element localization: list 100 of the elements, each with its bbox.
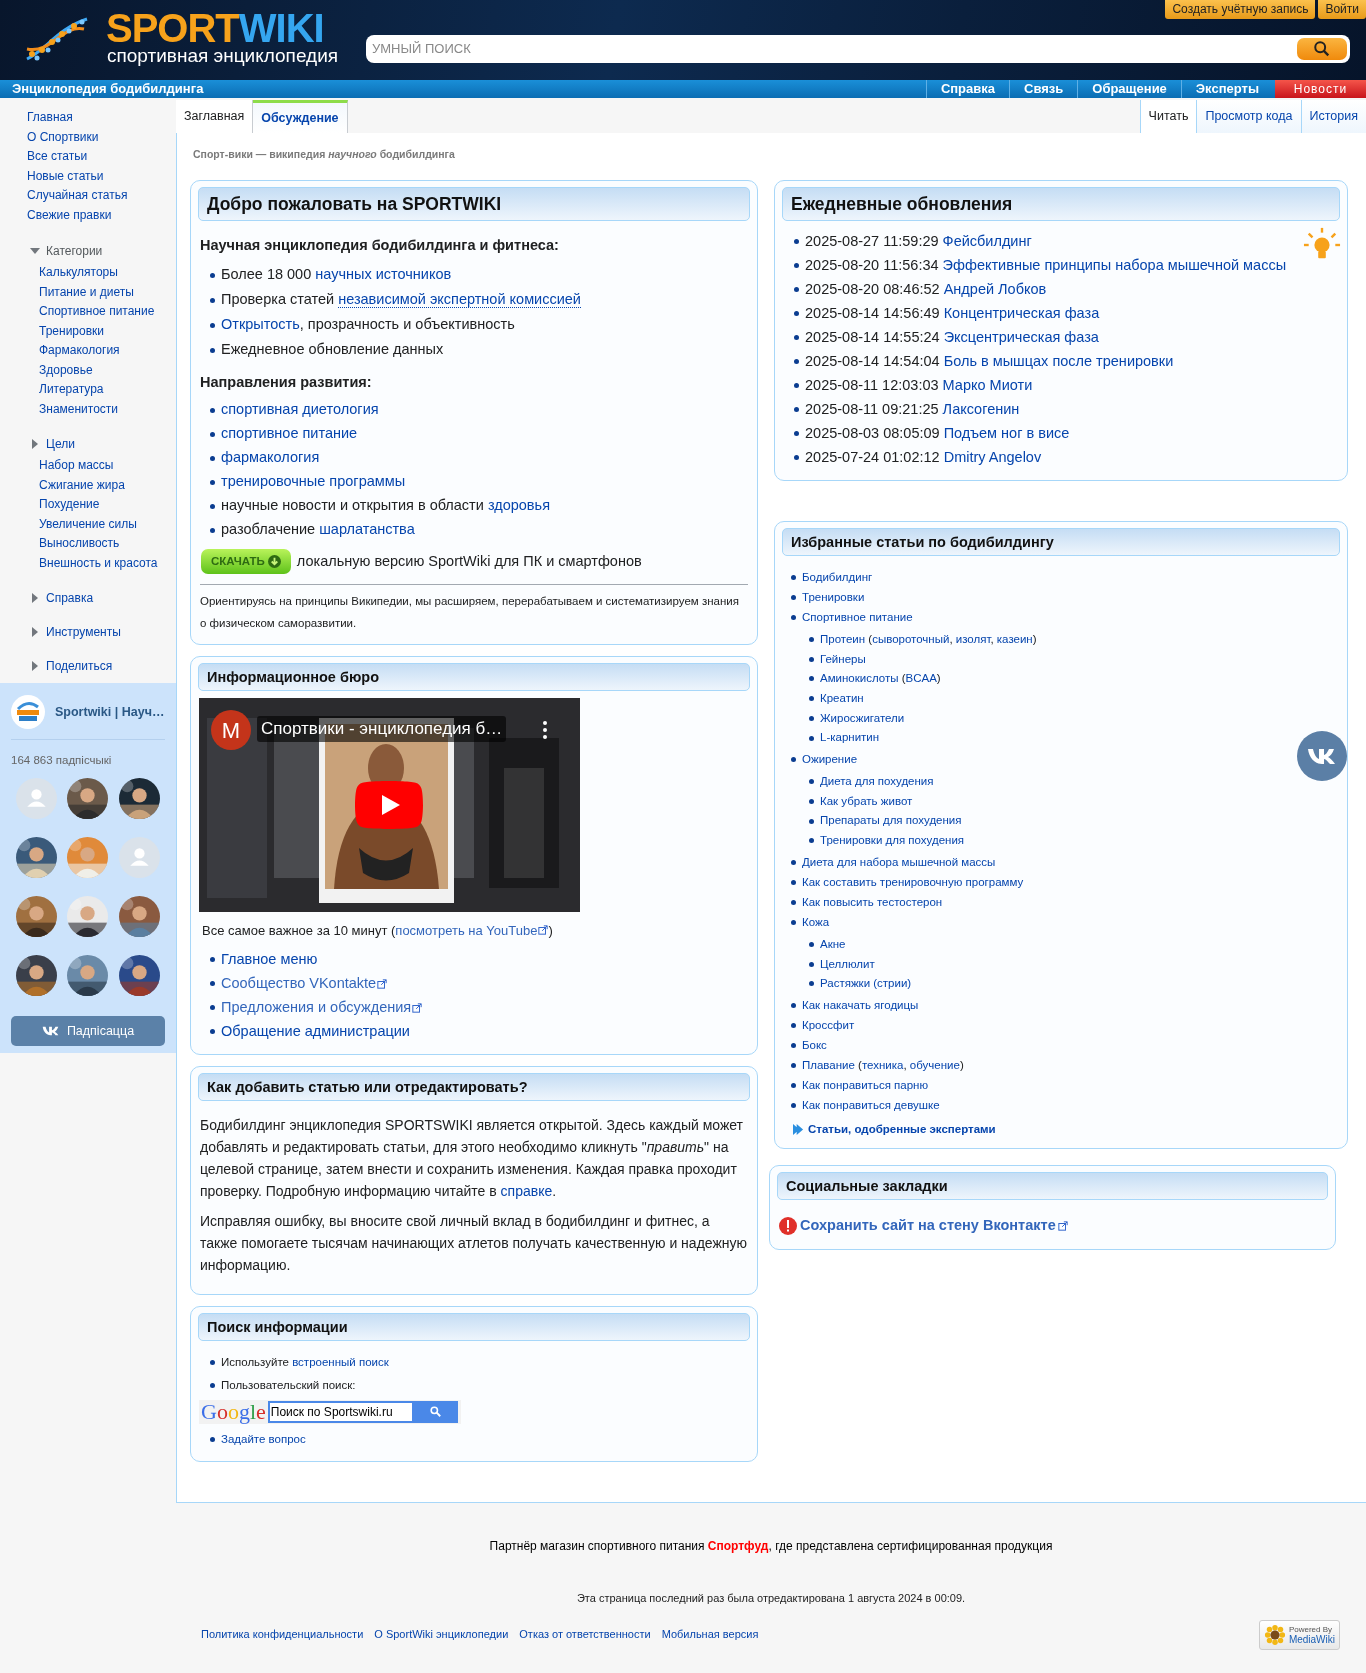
- link[interactable]: обучение: [909, 1059, 960, 1072]
- link[interactable]: Бокс: [802, 1039, 827, 1052]
- nav-link[interactable]: Справка: [925, 80, 1009, 98]
- link[interactable]: Концентрическая фаза: [943, 304, 1100, 321]
- external-link[interactable]: посмотреть на YouTube: [395, 923, 549, 939]
- sidebar-section-toggle[interactable]: Поделиться: [46, 656, 113, 675]
- sidebar-section-toggle[interactable]: Инструменты: [46, 622, 121, 641]
- link[interactable]: Плавание: [802, 1059, 855, 1072]
- link[interactable]: Бодибилдинг: [802, 571, 873, 584]
- search-button[interactable]: [1297, 38, 1347, 60]
- link[interactable]: казеин: [996, 632, 1033, 645]
- sidebar-section-toggle[interactable]: Цели: [46, 434, 75, 453]
- link[interactable]: Диета для набора мышечной массы: [802, 856, 996, 868]
- external-link[interactable]: Сохранить сайт на стену Вконтакте: [800, 1214, 1068, 1237]
- link[interactable]: Тренировки для похудения: [820, 834, 965, 847]
- sidebar-link[interactable]: Спортивное питание: [39, 302, 155, 322]
- sidebar-link[interactable]: Увеличение силы: [39, 514, 137, 534]
- link[interactable]: Протеин: [820, 632, 866, 645]
- external-link[interactable]: Сообщество VKontakte: [221, 972, 388, 995]
- link[interactable]: Боль в мышцах после тренировки: [943, 352, 1174, 369]
- search-field[interactable]: Поиск по Sportswiki.ru: [267, 1400, 414, 1423]
- link[interactable]: Подъем ног в висе: [943, 424, 1070, 441]
- page-tab[interactable]: Обсуждение: [253, 100, 348, 133]
- sidebar-link[interactable]: Внешность и красота: [39, 553, 158, 573]
- link[interactable]: Целлюлит: [820, 957, 875, 970]
- link[interactable]: Обращение администрации: [221, 1020, 410, 1043]
- sidebar-link[interactable]: Сжигание жира: [39, 475, 125, 495]
- footer-link[interactable]: Мобильная версия: [661, 1626, 759, 1643]
- link[interactable]: фармакология: [221, 449, 320, 466]
- link[interactable]: Тренировки: [802, 591, 865, 604]
- nav-link[interactable]: Связь: [1009, 80, 1078, 98]
- link[interactable]: независимой экспертной комиссией: [338, 291, 581, 309]
- page-tab[interactable]: История: [1300, 100, 1366, 133]
- link[interactable]: Диета для похудения: [820, 775, 934, 788]
- sidebar-link[interactable]: Свежие правки: [27, 205, 112, 225]
- account-link[interactable]: Войти: [1318, 0, 1366, 19]
- sidebar-section-toggle[interactable]: Категории: [46, 241, 103, 260]
- footer-link[interactable]: Политика конфиденциальности: [201, 1626, 364, 1643]
- page-tab[interactable]: Заглавная: [176, 100, 254, 133]
- sidebar-section-toggle[interactable]: Справка: [46, 588, 94, 607]
- link[interactable]: спортивная диетология: [221, 401, 379, 418]
- link[interactable]: Марко Миоти: [942, 376, 1033, 393]
- link[interactable]: Спортивное питание: [802, 611, 913, 624]
- link[interactable]: Кожа: [802, 916, 830, 928]
- link[interactable]: тренировочные программы: [221, 473, 406, 490]
- subscribe-button[interactable]: Падпісацца: [11, 1016, 165, 1047]
- link[interactable]: Задайте вопрос: [221, 1433, 306, 1446]
- sidebar-link[interactable]: Главная: [27, 108, 73, 128]
- link[interactable]: шарлатанства: [319, 521, 415, 538]
- link[interactable]: BCAA: [905, 672, 937, 685]
- link[interactable]: Dmitry Angelov: [943, 448, 1042, 465]
- footer-link[interactable]: О SportWiki энциклопедии: [374, 1626, 509, 1643]
- sidebar-link[interactable]: Фармакология: [39, 341, 120, 361]
- sidebar-link[interactable]: Новые статьи: [27, 166, 104, 186]
- sidebar-link[interactable]: Тренировки: [39, 321, 104, 341]
- link[interactable]: Препараты для похудения: [820, 814, 962, 827]
- link[interactable]: L-карнитин: [820, 731, 880, 744]
- sidebar-link[interactable]: Здоровье: [39, 360, 93, 380]
- nav-link[interactable]: Обращение: [1077, 80, 1181, 98]
- community-name[interactable]: Sportwiki | Науч…: [55, 702, 165, 722]
- sidebar-link[interactable]: Похудение: [39, 495, 100, 515]
- sidebar-link[interactable]: Набор массы: [39, 456, 114, 476]
- sidebar-link[interactable]: Литература: [39, 380, 104, 400]
- video-player[interactable]: M Спортвики - энциклопедия б…: [199, 698, 580, 913]
- link[interactable]: Эффективные принципы набора мышечной массы: [942, 256, 1287, 273]
- powered-by-badge[interactable]: Powered By MediaWiki: [1258, 1619, 1340, 1650]
- link[interactable]: Как убрать живот: [820, 794, 913, 807]
- link[interactable]: Открытость: [221, 316, 300, 333]
- link[interactable]: Как составить тренировочную программу: [802, 876, 1024, 888]
- link[interactable]: Жиросжигатели: [820, 711, 905, 724]
- account-link[interactable]: Создать учётную запись: [1165, 0, 1316, 19]
- link[interactable]: Кроссфит: [802, 1019, 855, 1032]
- sidebar-link[interactable]: Питание и диеты: [39, 282, 134, 302]
- sidebar-link[interactable]: Калькуляторы: [39, 263, 118, 283]
- link[interactable]: здоровья: [487, 497, 550, 514]
- sidebar-link[interactable]: Случайная статья: [27, 186, 128, 206]
- nav-link[interactable]: Эксперты: [1180, 80, 1273, 98]
- link[interactable]: Главное меню: [221, 948, 318, 971]
- link[interactable]: Лаксогенин: [942, 400, 1020, 417]
- link[interactable]: Гейнеры: [820, 652, 866, 665]
- download-button[interactable]: СКАЧАТЬ: [201, 549, 291, 575]
- link[interactable]: справке: [500, 1182, 553, 1199]
- link[interactable]: Эксцентрическая фаза: [943, 328, 1099, 345]
- footer-link[interactable]: Отказ от ответственности: [519, 1626, 651, 1643]
- link[interactable]: Акне: [820, 937, 846, 950]
- sidebar-link[interactable]: Выносливость: [39, 534, 120, 554]
- link[interactable]: Аминокислоты: [820, 672, 899, 685]
- link[interactable]: встроенный поиск: [292, 1355, 389, 1368]
- link[interactable]: Растяжки (стрии): [820, 977, 912, 990]
- sidebar-link[interactable]: О Спортвики: [27, 127, 99, 147]
- sidebar-link[interactable]: Все статьи: [27, 147, 88, 167]
- page-tab[interactable]: Просмотр кода: [1196, 100, 1301, 133]
- link[interactable]: Как повысить тестостерон: [802, 896, 943, 908]
- sidebar-link[interactable]: Знаменитости: [39, 399, 119, 419]
- link[interactable]: Андрей Лобков: [943, 280, 1047, 297]
- search-field[interactable]: УМНЫЙ ПОИСК: [366, 35, 1350, 63]
- page-tab[interactable]: Читать: [1139, 100, 1197, 133]
- link[interactable]: Статьи, одобренные экспертами: [808, 1120, 996, 1138]
- link[interactable]: Ожирение: [802, 753, 858, 766]
- link[interactable]: Как накачать ягодицы: [802, 999, 919, 1012]
